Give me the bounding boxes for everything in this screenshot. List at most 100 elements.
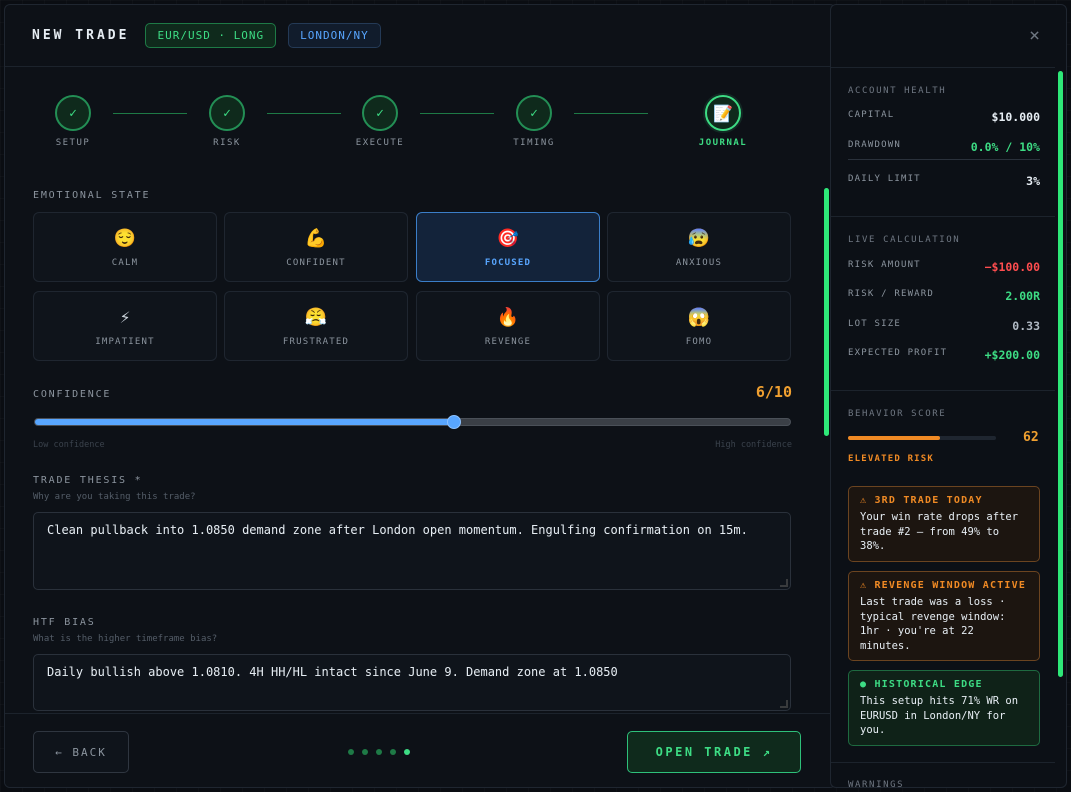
emotion-fomo[interactable]: 😱 FOMO [607, 291, 791, 361]
rr-value: 2.00R [1005, 289, 1040, 303]
trade-thesis-hint: Why are you taking this trade? [33, 492, 196, 502]
resize-handle-icon[interactable] [780, 700, 788, 708]
live-calc-title: LIVE CALCULATION [848, 235, 961, 245]
warning-icon: ⚠ REVENGE WINDOW ACTIVE [860, 580, 1027, 591]
emotion-frustrated[interactable]: 😤 FRUSTRATED [224, 291, 408, 361]
step-dot [348, 749, 354, 755]
htf-bias-hint: What is the higher timeframe bias? [33, 634, 218, 644]
wizard-footer: ← BACK OPEN TRADE ↗ [5, 713, 835, 787]
account-health-title: ACCOUNT HEALTH [848, 86, 947, 96]
step-label: EXECUTE [355, 138, 405, 148]
step-dot [362, 749, 368, 755]
flexed-bicep-icon: 💪 [304, 228, 328, 249]
journal-icon: 📝 [705, 95, 741, 131]
content-scrollbar[interactable] [824, 188, 829, 436]
warnings-section: WARNINGS [831, 762, 1055, 787]
step-risk[interactable]: ✓ RISK [187, 95, 267, 148]
check-icon: ✓ [516, 95, 552, 131]
emotion-label: FOCUSED [484, 258, 532, 268]
step-connector [420, 113, 494, 114]
emotion-anxious[interactable]: 😰 ANXIOUS [607, 212, 791, 282]
alert-revenge-window: ⚠ REVENGE WINDOW ACTIVE Last trade was a… [848, 571, 1040, 661]
risk-amount-label: RISK AMOUNT [848, 260, 921, 270]
back-button[interactable]: ← BACK [33, 731, 129, 773]
emotion-revenge[interactable]: 🔥 REVENGE [416, 291, 600, 361]
target-icon: 🎯 [496, 228, 520, 249]
open-trade-button[interactable]: OPEN TRADE ↗ [627, 731, 801, 773]
drawdown-value: 0.0% / 10% [970, 140, 1040, 154]
step-connector [574, 113, 648, 114]
alert-body: This setup hits 71% WR on EURUSD in Lond… [860, 695, 1019, 736]
htf-bias-input[interactable]: Daily bullish above 1.0810. 4H HH/HL int… [33, 654, 791, 711]
step-journal[interactable]: 📝 JOURNAL [683, 95, 763, 148]
slider-high-label: High confidence [715, 440, 792, 450]
check-icon: ✓ [55, 95, 91, 131]
behavior-title: BEHAVIOR SCORE [848, 409, 947, 419]
trade-thesis-label: TRADE THESIS * [33, 475, 143, 486]
step-connector [113, 113, 187, 114]
emotion-confident[interactable]: 💪 CONFIDENT [224, 212, 408, 282]
step-connector [267, 113, 341, 114]
close-icon[interactable]: × [1029, 25, 1040, 46]
fire-icon: 🔥 [496, 307, 520, 328]
lot-label: LOT SIZE [848, 319, 901, 329]
side-scrollbar[interactable] [1058, 71, 1063, 677]
emotion-label: CONFIDENT [286, 258, 346, 268]
live-calculation-section: LIVE CALCULATION RISK AMOUNT −$100.00 RI… [831, 216, 1055, 391]
emotion-impatient[interactable]: ⚡ IMPATIENT [33, 291, 217, 361]
emotion-calm[interactable]: 😌 CALM [33, 212, 217, 282]
step-execute[interactable]: ✓ EXECUTE [340, 95, 420, 148]
screaming-face-icon: 😱 [687, 307, 711, 328]
slider-fill [35, 419, 455, 425]
pair-badge: EUR/USD · LONG [145, 23, 277, 48]
emotion-label: CALM [111, 258, 139, 268]
rr-label: RISK / REWARD [848, 289, 935, 299]
emotion-label: FOMO [685, 337, 713, 347]
daily-limit-label: DAILY LIMIT [848, 174, 921, 184]
account-health-section: ACCOUNT HEALTH CAPITAL $10.000 DRAWDOWN … [831, 67, 1055, 217]
drawdown-bar [848, 159, 1040, 160]
step-label: JOURNAL [698, 138, 748, 148]
drawdown-label: DRAWDOWN [848, 140, 901, 150]
panel-header: NEW TRADE EUR/USD · LONG LONDON/NY [5, 5, 835, 67]
anxious-face-icon: 😰 [687, 228, 711, 249]
step-dot [390, 749, 396, 755]
step-timing[interactable]: ✓ TIMING [494, 95, 574, 148]
alert-body: Your win rate drops after trade #2 — fro… [860, 511, 1019, 552]
capital-label: CAPITAL [848, 110, 895, 120]
side-panel: × ACCOUNT HEALTH CAPITAL $10.000 DRAWDOW… [830, 4, 1067, 788]
step-dot [376, 749, 382, 755]
wizard-content: ✓ SETUP ✓ RISK ✓ EXECUTE ✓ TIMING 📝 JOUR… [5, 67, 828, 713]
confidence-label: CONFIDENCE [33, 389, 112, 400]
warning-icon: ⚠ 3RD TRADE TODAY [860, 495, 983, 506]
alert-body: Last trade was a loss · typical revenge … [860, 596, 1006, 652]
behavior-score-fill [848, 436, 940, 440]
behavior-level: ELEVATED RISK [848, 454, 935, 464]
trade-thesis-text: Clean pullback into 1.0850 demand zone a… [47, 523, 748, 537]
alert-historical-edge: ● HISTORICAL EDGE This setup hits 71% WR… [848, 670, 1040, 746]
risk-amount-value: −$100.00 [984, 260, 1040, 274]
step-label: SETUP [55, 138, 91, 148]
behavior-score-value: 62 [1023, 430, 1039, 445]
daily-limit-value: 3% [1026, 174, 1040, 188]
check-icon: ✓ [362, 95, 398, 131]
htf-bias-text: Daily bullish above 1.0810. 4H HH/HL int… [47, 665, 618, 679]
emotion-focused[interactable]: 🎯 FOCUSED [416, 212, 600, 282]
emotional-state-label: EMOTIONAL STATE [33, 190, 151, 201]
step-dots [348, 749, 410, 755]
slider-thumb[interactable] [447, 415, 462, 429]
trade-thesis-input[interactable]: Clean pullback into 1.0850 demand zone a… [33, 512, 791, 590]
lot-value: 0.33 [1012, 319, 1040, 333]
slider-low-label: Low confidence [33, 440, 105, 450]
confidence-slider[interactable] [34, 415, 791, 429]
profit-label: EXPECTED PROFIT [848, 348, 948, 358]
dot-icon: ● HISTORICAL EDGE [860, 679, 983, 690]
step-setup[interactable]: ✓ SETUP [33, 95, 113, 148]
capital-value: $10.000 [991, 110, 1040, 124]
lightning-icon: ⚡ [119, 307, 131, 328]
emotion-label: FRUSTRATED [282, 337, 350, 347]
calm-face-icon: 😌 [113, 228, 137, 249]
htf-bias-label: HTF BIAS [33, 617, 96, 628]
stepper: ✓ SETUP ✓ RISK ✓ EXECUTE ✓ TIMING 📝 JOUR… [5, 95, 828, 155]
resize-handle-icon[interactable] [780, 579, 788, 587]
